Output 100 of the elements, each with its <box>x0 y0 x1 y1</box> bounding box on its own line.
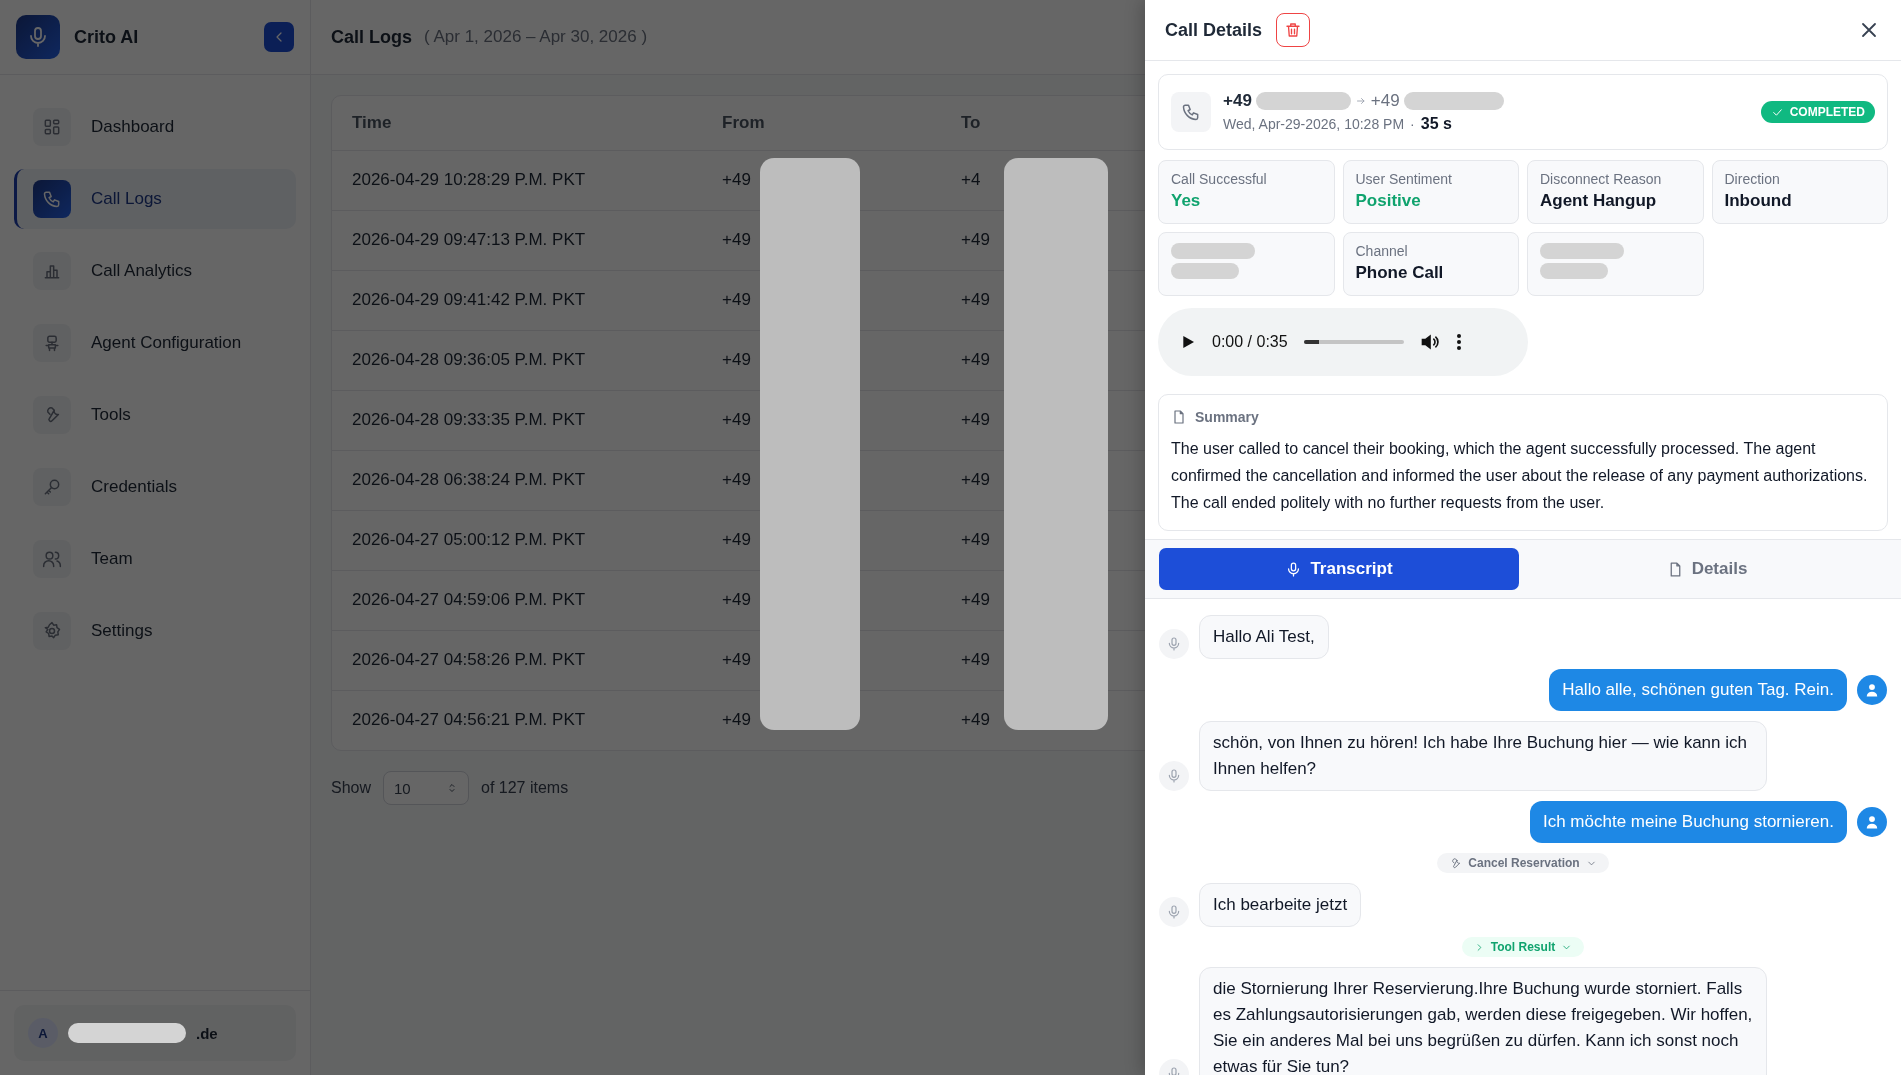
users-icon <box>42 549 62 569</box>
sidebar-item[interactable]: Call Logs <box>14 169 296 229</box>
stat-label: Direction <box>1724 171 1781 187</box>
column-header: Time <box>352 112 392 132</box>
table-cell: +49 <box>961 650 990 669</box>
play-button[interactable] <box>1180 334 1196 350</box>
table-cell: 2026-04-29 09:41:42 P.M. PKT <box>352 290 586 309</box>
arrow-right-icon <box>1354 95 1367 107</box>
table-cell: 2026-04-27 04:56:21 P.M. PKT <box>352 710 586 730</box>
user-email: .de <box>196 1024 218 1042</box>
stat-value: Positive <box>1355 191 1422 211</box>
status-badge: COMPLETED <box>1760 101 1875 123</box>
user-account[interactable]: A .de <box>14 1005 296 1061</box>
table-cell: 2026-04-27 04:59:06 P.M. PKT <box>352 590 586 609</box>
tab[interactable]: Transcript <box>1159 548 1519 590</box>
user-avatar-icon <box>1857 675 1887 705</box>
agent-message: schön, von Ihnen zu hören! Ich habe Ihre Buchung hier — wie kann ich Ihnen helfen? <box>1199 721 1767 791</box>
column-header: From <box>722 112 765 132</box>
agent-message: Hallo Ali Test, <box>1199 615 1329 659</box>
tool-result-chip[interactable]: Tool Result <box>1461 937 1585 957</box>
user-avatar-icon <box>1857 807 1887 837</box>
show-label: Show <box>331 779 372 797</box>
stat-label: User Sentiment <box>1355 171 1453 187</box>
document-icon <box>1171 409 1187 425</box>
table-cell: +49 <box>722 710 751 730</box>
agent-message: die Stornierung Ihrer Reservierung.Ihre Buchung wurde storniert. Falls es Zahlungsautorisierungen gab, werden diese freigegeben. Wir hoffen, Sie ein anderes Mal bei uns begrüßen zu dürfen. Kann ich sonst noch etwas für Sie tun? <box>1199 967 1767 1075</box>
table-cell: +49 <box>961 530 990 549</box>
table-cell: +49 <box>961 350 990 369</box>
panel-title: Call Details <box>1165 19 1263 41</box>
key-icon <box>42 477 62 497</box>
collapse-button[interactable] <box>264 22 294 52</box>
call-duration: 35 s <box>1420 115 1452 133</box>
column-header: To <box>961 112 981 132</box>
sidebar-item[interactable]: Team <box>14 529 296 589</box>
table-cell: +49 <box>722 650 751 669</box>
table-cell: +49 <box>961 230 990 249</box>
table-cell: +49 <box>722 530 751 549</box>
tool-call-chip[interactable]: Cancel Reservation <box>1437 853 1609 873</box>
table-cell: +49 <box>722 590 751 609</box>
stat-value: Inbound <box>1724 191 1793 211</box>
sidebar-item[interactable]: Dashboard <box>14 97 296 157</box>
table-cell: 2026-04-29 10:28:29 P.M. PKT <box>352 170 586 189</box>
user-avatar: A <box>28 1018 58 1048</box>
table-cell: +49 <box>722 350 751 369</box>
page-title: Call Logs <box>331 26 412 48</box>
seek-bar[interactable] <box>1303 340 1404 344</box>
summary-text: The user called to cancel their booking, which the agent successfully processed. The agent confirmed the cancellation and informed the user about the release of any payment authorizations. The call ended politely with no further requests from the user. <box>1171 439 1869 513</box>
stat-label: Channel <box>1355 243 1409 259</box>
table-cell: +49 <box>722 410 751 429</box>
table-cell: 2026-04-28 09:33:35 P.M. PKT <box>352 410 586 429</box>
stat-value: Agent Hangup <box>1540 191 1658 211</box>
table-cell: 2026-04-27 05:00:12 P.M. PKT <box>352 530 586 549</box>
redaction-mark <box>1540 263 1608 279</box>
sidebar-item[interactable]: Settings <box>14 601 296 661</box>
table-cell: 2026-04-28 06:38:24 P.M. PKT <box>352 470 586 489</box>
volume-button[interactable] <box>1419 332 1440 352</box>
table-cell: +49 <box>722 290 751 309</box>
summary-title: Summary <box>1195 409 1259 425</box>
table-cell: 2026-04-27 04:58:26 P.M. PKT <box>352 650 586 669</box>
table-cell: +4 <box>961 170 981 189</box>
table-cell: 2026-04-28 09:36:05 P.M. PKT <box>352 350 586 369</box>
phone-icon <box>42 189 62 209</box>
more-options-button[interactable] <box>1455 333 1462 351</box>
microphone-icon <box>1166 636 1182 652</box>
table-cell: +49 <box>961 590 990 609</box>
user-message: Ich möchte meine Buchung stornieren. <box>1529 801 1847 843</box>
grid-icon <box>42 117 62 137</box>
delete-button[interactable] <box>1276 13 1311 47</box>
tab[interactable]: Details <box>1527 548 1887 590</box>
stat-label: Disconnect Reason <box>1540 171 1663 187</box>
redaction-mark <box>1171 263 1239 279</box>
sidebar-item[interactable]: Tools <box>14 385 296 445</box>
microphone-icon <box>1166 904 1182 920</box>
call-datetime: Wed, Apr-29-2026, 10:28 PM <box>1223 116 1405 132</box>
table-cell: +49 <box>961 410 990 429</box>
table-cell: +49 <box>961 290 990 309</box>
playback-time: 0:00 / 0:35 <box>1212 333 1288 351</box>
stat-value: Phone Call <box>1355 263 1445 283</box>
page-size-select[interactable]: 10 <box>383 771 470 805</box>
date-range: ( Apr 1, 2026 – Apr 30, 2026 ) <box>424 27 648 47</box>
phone-icon <box>1181 102 1201 122</box>
table-cell: 2026-04-29 09:47:13 P.M. PKT <box>352 230 586 249</box>
gear-icon <box>42 621 62 641</box>
sidebar-item[interactable]: Agent Configuration <box>14 313 296 373</box>
agent-message: Ich bearbeite jetzt <box>1199 883 1362 927</box>
brand-name: Crito AI <box>74 26 140 48</box>
table-cell: +49 <box>961 710 990 730</box>
stat-label: Call Successful <box>1171 171 1268 187</box>
table-cell: +49 <box>722 170 751 189</box>
separator-dot: · <box>1410 116 1415 132</box>
table-cell: +49 <box>722 230 751 249</box>
caller-number: +49 <box>1223 91 1252 111</box>
callee-number: +49 <box>1370 91 1400 111</box>
table-cell: +49 <box>722 470 751 489</box>
item-count: of 127 items <box>481 779 569 797</box>
sidebar-item[interactable]: Call Analytics <box>14 241 296 301</box>
stat-value: Yes <box>1171 191 1202 211</box>
sidebar-item[interactable]: Credentials <box>14 457 296 517</box>
microphone-icon <box>1166 768 1182 784</box>
table-cell: +49 <box>961 470 990 489</box>
